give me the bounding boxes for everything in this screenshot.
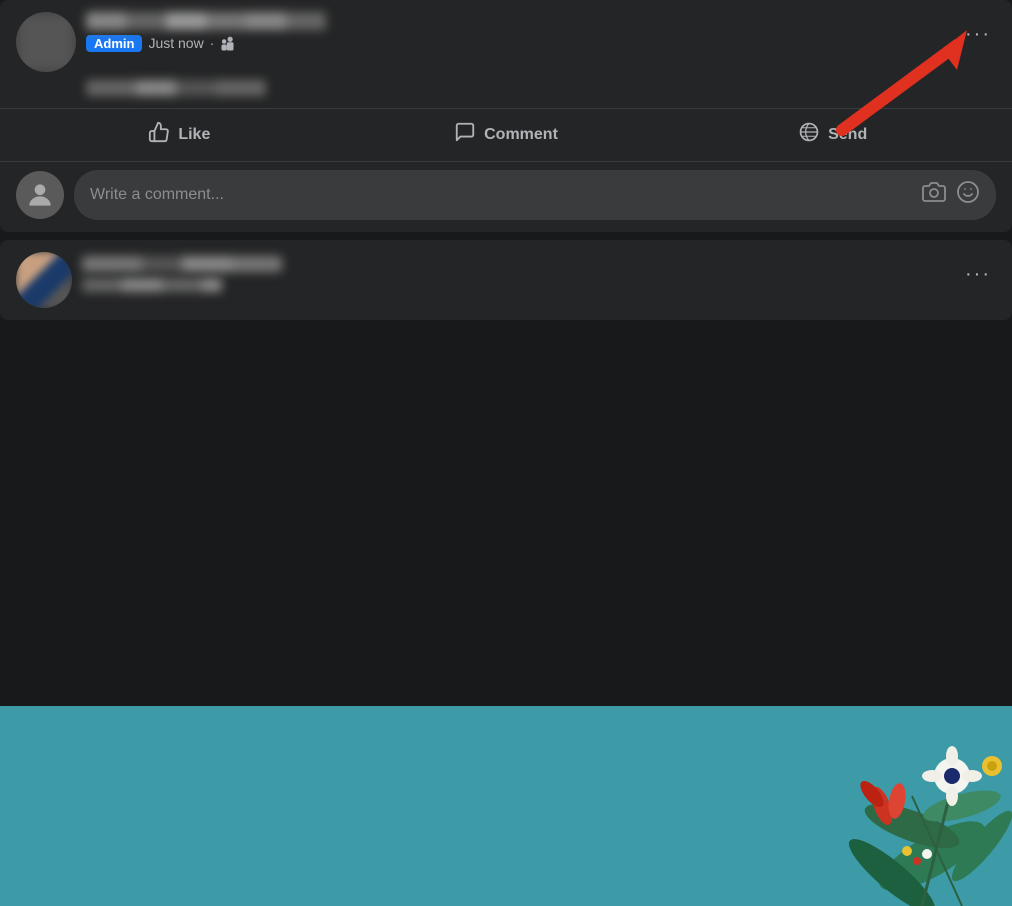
floral-decoration (612, 706, 1012, 906)
post-header-2-left (16, 252, 282, 308)
comment-button[interactable]: Comment (343, 113, 670, 157)
comment-icon (454, 121, 476, 149)
post-header-2: ··· (16, 252, 996, 308)
user-silhouette-icon (24, 179, 56, 211)
name-line-2a (82, 256, 282, 272)
emoji-icon[interactable] (956, 180, 980, 210)
send-button[interactable]: Send (669, 113, 996, 157)
post-info-row: Admin Just now · (86, 34, 326, 52)
post-separator: · (210, 35, 215, 51)
send-label: Send (828, 126, 867, 144)
more-options-button-2[interactable]: ··· (960, 256, 996, 292)
avatar-blur-overlay (16, 12, 76, 72)
name-line-2b (82, 278, 222, 292)
comment-placeholder: Write a comment... (90, 186, 910, 204)
like-label: Like (178, 126, 210, 144)
like-icon (148, 121, 170, 149)
admin-badge: Admin (86, 35, 142, 52)
post-meta: Admin Just now · (86, 12, 326, 52)
audience-icon (220, 34, 238, 52)
post-header-left: Admin Just now · (16, 12, 326, 72)
post-author-name (86, 12, 326, 30)
page-wrapper: Admin Just now · (0, 0, 1012, 906)
commenter-avatar (16, 171, 64, 219)
camera-icon[interactable] (922, 180, 946, 210)
comment-input-wrapper[interactable]: Write a comment... (74, 170, 996, 220)
send-icon (798, 121, 820, 149)
post-actions: Like Comment (0, 109, 1012, 161)
bottom-image-area (0, 706, 1012, 906)
avatar-2-blur (16, 252, 72, 308)
author-name-blurred (86, 12, 326, 30)
post-header: Admin Just now · (16, 12, 996, 72)
post-2-author-name (82, 256, 282, 292)
comment-input-icons (922, 180, 980, 210)
avatar-2 (16, 252, 72, 308)
post-top: Admin Just now · (0, 0, 1012, 96)
comment-area: Write a comment... (0, 162, 1012, 232)
post-subtitle-blurred (86, 80, 266, 96)
more-options-button[interactable]: ··· (960, 16, 996, 52)
comment-label: Comment (484, 126, 558, 144)
avatar (16, 12, 76, 72)
post-card-1: Admin Just now · (0, 0, 1012, 232)
post-timestamp: Just now (148, 35, 203, 51)
post-card-2: ··· (0, 240, 1012, 320)
like-button[interactable]: Like (16, 113, 343, 157)
